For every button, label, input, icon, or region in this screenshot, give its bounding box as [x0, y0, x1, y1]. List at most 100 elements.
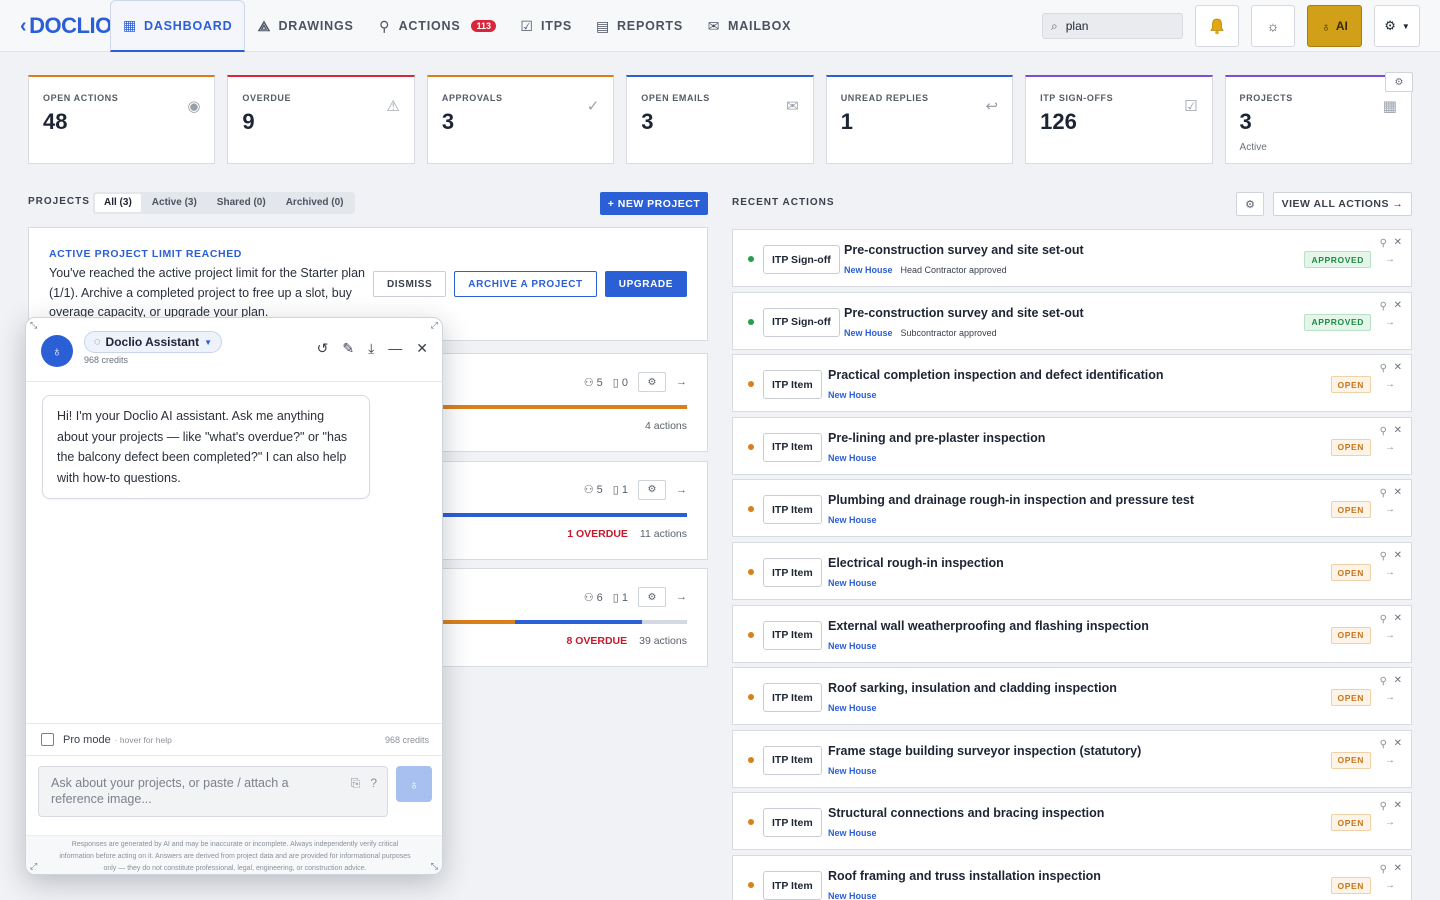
project-settings-button[interactable]: ⚙ — [638, 479, 666, 500]
project-link[interactable]: New House — [828, 453, 877, 463]
project-link[interactable]: New House — [828, 578, 877, 588]
arrow-right-icon[interactable]: → — [1385, 379, 1395, 390]
action-title[interactable]: Frame stage building surveyor inspection… — [828, 744, 1141, 758]
download-icon[interactable]: ⤓ — [368, 340, 374, 357]
action-title[interactable]: External wall weatherproofing and flashi… — [828, 619, 1149, 633]
pin-icon[interactable]: ⚲ — [1380, 676, 1387, 687]
project-link[interactable]: New House — [828, 891, 877, 900]
pin-icon[interactable]: ⚲ — [1380, 739, 1387, 750]
stat-card-projects[interactable]: PROJECTS 3 Active ▦ ⚙ — [1224, 72, 1413, 164]
stat-card-approvals[interactable]: APPROVALS 3 ✓ — [426, 75, 615, 164]
ai-assistant-button[interactable]: ♁ AI — [1307, 5, 1362, 47]
filter-tab-shared[interactable]: Shared (0) — [208, 194, 275, 212]
arrow-right-icon[interactable]: → — [1385, 254, 1395, 265]
pro-mode-checkbox[interactable] — [41, 733, 54, 746]
action-title[interactable]: Pre-lining and pre-plaster inspection — [828, 431, 1045, 445]
upgrade-button[interactable]: UPGRADE — [604, 271, 687, 297]
recent-action-item[interactable]: ITP Sign-off Pre-construction survey and … — [732, 229, 1412, 287]
open-project-arrow[interactable]: → — [676, 484, 687, 496]
action-title[interactable]: Practical completion inspection and defe… — [828, 368, 1163, 382]
stat-card-overdue[interactable]: OVERDUE 9 ⚠ — [227, 75, 415, 164]
assistant-selector[interactable]: ◌ Doclio Assistant ▼ — [84, 331, 223, 353]
recent-action-item[interactable]: ITP Sign-off Pre-construction survey and … — [732, 291, 1412, 350]
project-link[interactable]: New House — [844, 265, 893, 275]
theme-toggle-button[interactable]: ☼ — [1251, 5, 1295, 47]
arrow-right-icon[interactable]: → — [1385, 317, 1395, 328]
arrow-right-icon[interactable]: → — [1385, 442, 1395, 453]
recent-actions-settings-button[interactable]: ⚙ — [1236, 192, 1264, 216]
resize-handle-bottom-right[interactable]: ⤡ — [431, 861, 438, 872]
recent-action-item[interactable]: ITP Item Pre-lining and pre-plaster inspe… — [732, 416, 1412, 475]
action-title[interactable]: Structural connections and bracing inspe… — [828, 806, 1104, 820]
pin-icon[interactable]: ⚲ — [1380, 238, 1387, 249]
action-title[interactable]: Electrical rough-in inspection — [828, 556, 1004, 570]
dismiss-button[interactable]: DISMISS — [372, 271, 447, 297]
pin-icon[interactable]: ⚲ — [1380, 363, 1387, 374]
arrow-right-icon[interactable]: → — [1385, 692, 1395, 703]
close-icon[interactable]: ✕ — [1394, 487, 1402, 498]
project-link[interactable]: New House — [828, 390, 877, 400]
send-button[interactable]: ♁ — [396, 766, 432, 802]
recent-action-item[interactable]: ITP Item Structural connections and braci… — [732, 792, 1412, 851]
close-icon[interactable]: ✕ — [1394, 800, 1402, 811]
minimize-icon[interactable]: — — [388, 340, 402, 357]
recent-action-item[interactable]: ITP Item Plumbing and drainage rough-in i… — [732, 479, 1412, 538]
action-title[interactable]: Roof sarking, insulation and cladding in… — [828, 681, 1117, 695]
search-input[interactable] — [1065, 19, 1161, 33]
stat-card-open-emails[interactable]: OPEN EMAILS 3 ✉ — [626, 75, 814, 164]
project-settings-button[interactable]: ⚙ — [638, 587, 666, 607]
close-icon[interactable]: ✕ — [1394, 675, 1402, 686]
pin-icon[interactable]: ⚲ — [1380, 426, 1387, 437]
project-link[interactable]: New House — [828, 641, 877, 651]
nav-actions[interactable]: ⚲ ACTIONS 113 — [366, 0, 508, 52]
pin-icon[interactable]: ⚲ — [1380, 301, 1387, 312]
project-link[interactable]: New House — [828, 828, 877, 838]
project-link[interactable]: New House — [828, 766, 877, 776]
arrow-right-icon[interactable]: → — [1385, 567, 1395, 578]
stats-settings-button[interactable]: ⚙ — [1384, 72, 1413, 92]
close-icon[interactable]: ✕ — [1394, 613, 1402, 624]
arrow-right-icon[interactable]: → — [1385, 504, 1395, 515]
settings-menu-button[interactable]: ⚙ ▼ — [1374, 5, 1420, 47]
stat-card-unread-replies[interactable]: UNREAD REPLIES 1 ↩ — [825, 75, 1014, 164]
open-project-arrow[interactable]: → — [676, 591, 687, 603]
nav-mailbox[interactable]: ✉ MAILBOX — [695, 0, 803, 52]
close-icon[interactable]: ✕ — [1394, 738, 1402, 749]
notifications-button[interactable] — [1195, 5, 1239, 47]
pin-icon[interactable]: ⚲ — [1380, 488, 1387, 499]
nav-dashboard[interactable]: ▦ DASHBOARD — [110, 0, 246, 52]
close-icon[interactable]: ✕ — [416, 340, 428, 357]
recent-action-item[interactable]: ITP Item Practical completion inspection … — [732, 354, 1412, 413]
recent-action-item[interactable]: ITP Item Frame stage building surveyor in… — [732, 729, 1412, 788]
stat-card-itp-sign-offs[interactable]: ITP SIGN-OFFS 126 ☑ — [1025, 75, 1213, 164]
open-project-arrow[interactable]: → — [676, 376, 687, 388]
stat-card-open-actions[interactable]: OPEN ACTIONS 48 ◉ — [28, 75, 216, 164]
recent-action-item[interactable]: ITP Item External wall weatherproofing an… — [732, 604, 1412, 663]
action-title[interactable]: Pre-construction survey and site set-out — [844, 243, 1084, 257]
assistant-message-input[interactable]: Ask about your projects, or paste / atta… — [38, 766, 388, 817]
close-icon[interactable]: ✕ — [1394, 425, 1402, 436]
recent-action-item[interactable]: ITP Item Roof sarking, insulation and cla… — [732, 667, 1412, 726]
new-project-button[interactable]: + NEW PROJECT — [600, 192, 708, 215]
filter-tab-active[interactable]: Active (3) — [143, 194, 206, 212]
filter-tab-archived[interactable]: Archived (0) — [277, 194, 353, 212]
view-all-actions-button[interactable]: VIEW ALL ACTIONS → — [1273, 192, 1412, 216]
edit-icon[interactable]: ✎ — [342, 340, 354, 357]
recent-action-item[interactable]: ITP Item Electrical rough-in inspection Ne… — [732, 542, 1412, 600]
doclio-logo[interactable]: ‹ DOCLIO — [20, 10, 112, 42]
pin-icon[interactable]: ⚲ — [1380, 801, 1387, 812]
history-icon[interactable]: ↺ — [317, 340, 329, 357]
search-box[interactable]: ⌕ — [1042, 13, 1183, 39]
project-link[interactable]: New House — [828, 515, 877, 525]
close-icon[interactable]: ✕ — [1394, 300, 1402, 311]
project-link[interactable]: New House — [828, 703, 877, 713]
pin-icon[interactable]: ⚲ — [1380, 864, 1387, 875]
arrow-right-icon[interactable]: → — [1385, 630, 1395, 641]
action-title[interactable]: Pre-construction survey and site set-out — [844, 306, 1084, 320]
help-icon[interactable]: ? — [370, 775, 377, 791]
pin-icon[interactable]: ⚲ — [1380, 551, 1387, 562]
nav-itps[interactable]: ☑ ITPS — [508, 0, 584, 52]
close-icon[interactable]: ✕ — [1394, 237, 1402, 248]
nav-drawings[interactable]: ⟁ DRAWINGS — [245, 0, 365, 52]
archive-project-button[interactable]: ARCHIVE A PROJECT — [454, 271, 597, 297]
